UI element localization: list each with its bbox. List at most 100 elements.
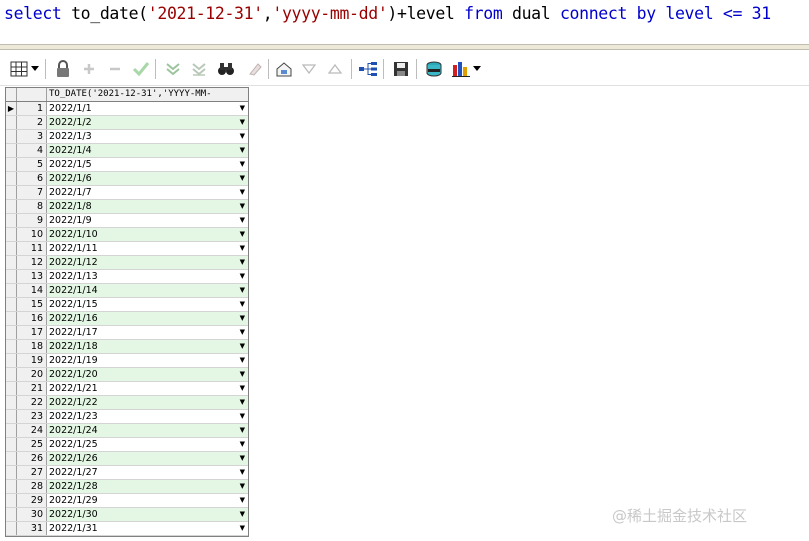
- date-cell[interactable]: 2022/1/30 ▼: [47, 508, 248, 521]
- row-indicator[interactable]: [6, 270, 17, 283]
- cell-dropdown-icon[interactable]: ▼: [240, 130, 245, 143]
- date-cell[interactable]: 2022/1/12 ▼: [47, 256, 248, 269]
- table-row[interactable]: 25 2022/1/25 ▼: [6, 438, 248, 452]
- date-cell[interactable]: 2022/1/17 ▼: [47, 326, 248, 339]
- row-indicator[interactable]: [6, 200, 17, 213]
- filter-clear-icon[interactable]: [188, 58, 210, 80]
- date-cell[interactable]: 2022/1/9 ▼: [47, 214, 248, 227]
- table-row[interactable]: 6 2022/1/6 ▼: [6, 172, 248, 186]
- row-indicator[interactable]: [6, 438, 17, 451]
- table-row[interactable]: 17 2022/1/17 ▼: [6, 326, 248, 340]
- chevron-down-icon[interactable]: [471, 58, 483, 80]
- date-cell[interactable]: 2022/1/2 ▼: [47, 116, 248, 129]
- row-indicator[interactable]: [6, 130, 17, 143]
- table-row[interactable]: 7 2022/1/7 ▼: [6, 186, 248, 200]
- cell-dropdown-icon[interactable]: ▼: [240, 158, 245, 171]
- cell-dropdown-icon[interactable]: ▼: [240, 382, 245, 395]
- table-row[interactable]: 30 2022/1/30 ▼: [6, 508, 248, 522]
- table-row[interactable]: 11 2022/1/11 ▼: [6, 242, 248, 256]
- table-row[interactable]: 29 2022/1/29 ▼: [6, 494, 248, 508]
- cell-dropdown-icon[interactable]: ▼: [240, 102, 245, 115]
- row-indicator[interactable]: ▶: [6, 102, 17, 115]
- row-indicator[interactable]: [6, 214, 17, 227]
- find-binoculars-icon[interactable]: [215, 58, 237, 80]
- date-cell[interactable]: 2022/1/29 ▼: [47, 494, 248, 507]
- date-cell[interactable]: 2022/1/23 ▼: [47, 410, 248, 423]
- delete-record-icon[interactable]: [104, 58, 126, 80]
- table-row[interactable]: 4 2022/1/4 ▼: [6, 144, 248, 158]
- cell-dropdown-icon[interactable]: ▼: [240, 494, 245, 507]
- cell-dropdown-icon[interactable]: ▼: [240, 144, 245, 157]
- cell-dropdown-icon[interactable]: ▼: [240, 396, 245, 409]
- filter-down-icon[interactable]: [162, 58, 184, 80]
- fetch-icon[interactable]: [273, 58, 295, 80]
- lock-icon[interactable]: [52, 58, 74, 80]
- row-indicator[interactable]: [6, 368, 17, 381]
- date-cell[interactable]: 2022/1/27 ▼: [47, 466, 248, 479]
- cell-dropdown-icon[interactable]: ▼: [240, 410, 245, 423]
- date-cell[interactable]: 2022/1/25 ▼: [47, 438, 248, 451]
- date-cell[interactable]: 2022/1/4 ▼: [47, 144, 248, 157]
- cell-dropdown-icon[interactable]: ▼: [240, 368, 245, 381]
- table-row[interactable]: 24 2022/1/24 ▼: [6, 424, 248, 438]
- chevron-down-icon[interactable]: [29, 58, 41, 80]
- cell-dropdown-icon[interactable]: ▼: [240, 200, 245, 213]
- row-indicator[interactable]: [6, 228, 17, 241]
- row-indicator[interactable]: [6, 256, 17, 269]
- row-indicator[interactable]: [6, 466, 17, 479]
- table-row[interactable]: 28 2022/1/28 ▼: [6, 480, 248, 494]
- sql-editor[interactable]: select to_date('2021-12-31','yyyy-mm-dd'…: [0, 0, 809, 44]
- table-row[interactable]: 14 2022/1/14 ▼: [6, 284, 248, 298]
- export-icon[interactable]: [423, 58, 445, 80]
- cell-dropdown-icon[interactable]: ▼: [240, 116, 245, 129]
- table-row[interactable]: 27 2022/1/27 ▼: [6, 466, 248, 480]
- row-indicator[interactable]: [6, 354, 17, 367]
- row-indicator[interactable]: [6, 144, 17, 157]
- table-row[interactable]: 8 2022/1/8 ▼: [6, 200, 248, 214]
- add-record-icon[interactable]: [78, 58, 100, 80]
- table-row[interactable]: 3 2022/1/3 ▼: [6, 130, 248, 144]
- cell-dropdown-icon[interactable]: ▼: [240, 424, 245, 437]
- row-indicator[interactable]: [6, 480, 17, 493]
- cell-dropdown-icon[interactable]: ▼: [240, 340, 245, 353]
- row-indicator[interactable]: [6, 494, 17, 507]
- next-icon[interactable]: [298, 58, 320, 80]
- cell-dropdown-icon[interactable]: ▼: [240, 312, 245, 325]
- cell-dropdown-icon[interactable]: ▼: [240, 508, 245, 521]
- date-cell[interactable]: 2022/1/1 ▼: [47, 102, 248, 115]
- table-row[interactable]: 15 2022/1/15 ▼: [6, 298, 248, 312]
- table-row[interactable]: 20 2022/1/20 ▼: [6, 368, 248, 382]
- cell-dropdown-icon[interactable]: ▼: [240, 326, 245, 339]
- cell-dropdown-icon[interactable]: ▼: [240, 284, 245, 297]
- result-grid[interactable]: TO_DATE('2021-12-31','YYYY-MM- ▶ 1 2022/1/…: [5, 87, 249, 537]
- save-icon[interactable]: [390, 58, 412, 80]
- date-cell[interactable]: 2022/1/10 ▼: [47, 228, 248, 241]
- row-indicator[interactable]: [6, 396, 17, 409]
- cell-dropdown-icon[interactable]: ▼: [240, 354, 245, 367]
- date-cell[interactable]: 2022/1/18 ▼: [47, 340, 248, 353]
- clear-icon[interactable]: [244, 58, 266, 80]
- date-cell[interactable]: 2022/1/22 ▼: [47, 396, 248, 409]
- row-indicator[interactable]: [6, 158, 17, 171]
- cell-dropdown-icon[interactable]: ▼: [240, 452, 245, 465]
- cell-dropdown-icon[interactable]: ▼: [240, 242, 245, 255]
- row-indicator[interactable]: [6, 172, 17, 185]
- row-indicator[interactable]: [6, 326, 17, 339]
- row-indicator[interactable]: [6, 522, 17, 535]
- table-row[interactable]: 12 2022/1/12 ▼: [6, 256, 248, 270]
- cell-dropdown-icon[interactable]: ▼: [240, 466, 245, 479]
- table-row[interactable]: 9 2022/1/9 ▼: [6, 214, 248, 228]
- cell-dropdown-icon[interactable]: ▼: [240, 214, 245, 227]
- date-cell[interactable]: 2022/1/28 ▼: [47, 480, 248, 493]
- table-row[interactable]: 19 2022/1/19 ▼: [6, 354, 248, 368]
- date-cell[interactable]: 2022/1/15 ▼: [47, 298, 248, 311]
- row-indicator[interactable]: [6, 424, 17, 437]
- previous-icon[interactable]: [324, 58, 346, 80]
- cell-dropdown-icon[interactable]: ▼: [240, 256, 245, 269]
- table-row[interactable]: 31 2022/1/31 ▼: [6, 522, 248, 536]
- sql-statement[interactable]: select to_date('2021-12-31','yyyy-mm-dd'…: [4, 3, 771, 25]
- date-cell[interactable]: 2022/1/13 ▼: [47, 270, 248, 283]
- row-indicator[interactable]: [6, 242, 17, 255]
- chart-icon[interactable]: [450, 58, 472, 80]
- row-indicator[interactable]: [6, 116, 17, 129]
